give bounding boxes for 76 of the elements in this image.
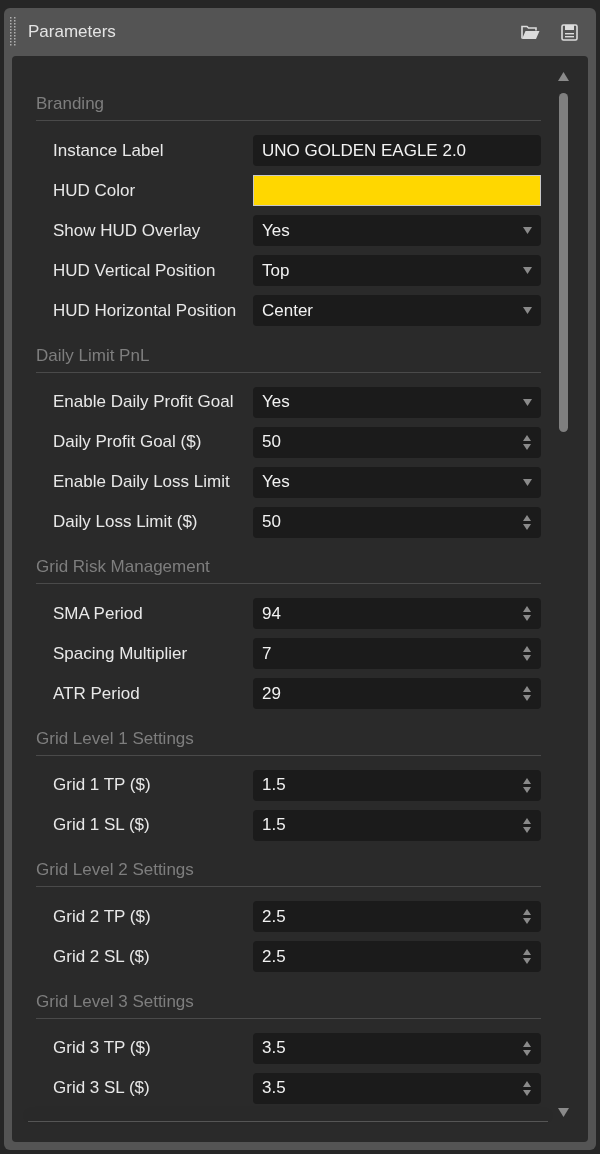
panel-title: Parameters — [28, 22, 117, 42]
parameter-label: ATR Period — [53, 683, 140, 704]
spin-up-icon[interactable] — [523, 606, 531, 612]
spin-down-icon[interactable] — [523, 786, 531, 793]
parameter-label: Enable Daily Loss Limit — [53, 472, 230, 492]
parameter-label: HUD Color — [53, 180, 136, 201]
caret-icon — [523, 227, 532, 234]
spin-up-icon[interactable] — [523, 434, 531, 441]
number-field[interactable]: 50 — [253, 426, 541, 458]
parameter-label: Show HUD Overlay — [53, 220, 201, 241]
scrollbar-thumb[interactable] — [558, 93, 568, 432]
parameter-label: Grid 2 SL ($) — [53, 946, 150, 967]
spin-down-icon[interactable] — [523, 826, 531, 833]
parameter-label: Spacing Multiplier — [53, 643, 188, 664]
scroll-down-icon[interactable] — [557, 1108, 569, 1117]
dropdown[interactable]: Yes — [253, 386, 541, 418]
number-field[interactable]: 2.5 — [253, 901, 541, 932]
spin-down-icon[interactable] — [523, 615, 531, 621]
spin-down-icon[interactable] — [523, 1089, 531, 1096]
dropdown[interactable]: Yes — [253, 215, 541, 246]
parameter-label: Grid 1 TP ($) — [53, 775, 151, 795]
scroll-up-icon[interactable] — [557, 72, 569, 81]
caret-icon — [523, 267, 532, 274]
number-field[interactable]: 3.5 — [253, 1072, 541, 1104]
folder-icon[interactable] — [521, 24, 540, 40]
parameter-label: HUD Vertical Position — [53, 260, 216, 281]
spin-up-icon[interactable] — [523, 1040, 531, 1047]
number-field[interactable]: 50 — [253, 506, 541, 538]
dropdown[interactable]: Yes — [253, 466, 541, 498]
spin-up-icon[interactable] — [523, 1080, 531, 1087]
parameter-label: Grid 3 SL ($) — [53, 1078, 150, 1098]
number-field[interactable]: 3.5 — [253, 1032, 541, 1064]
parameter-label: Daily Profit Goal ($) — [53, 432, 202, 452]
spin-down-icon[interactable] — [523, 958, 531, 964]
section-title: Grid Level 1 Settings — [36, 728, 194, 749]
parameter-label: Grid 2 TP ($) — [53, 906, 151, 927]
spin-down-icon[interactable] — [523, 443, 531, 450]
dropdown[interactable]: Center — [253, 295, 541, 326]
caret-icon — [523, 307, 532, 314]
spin-up-icon[interactable] — [523, 909, 531, 915]
parameter-label: Enable Daily Profit Goal — [53, 392, 234, 412]
text-field[interactable]: UNO GOLDEN EAGLE 2.0 — [253, 135, 541, 166]
number-field[interactable]: 7 — [253, 638, 541, 669]
spin-up-icon[interactable] — [523, 686, 531, 692]
section-title: Grid Level 3 Settings — [36, 991, 194, 1012]
caret-icon — [523, 398, 532, 406]
spin-up-icon[interactable] — [523, 646, 531, 652]
spin-down-icon[interactable] — [523, 918, 531, 924]
spin-down-icon[interactable] — [523, 523, 531, 530]
parameter-label: Daily Loss Limit ($) — [53, 512, 198, 532]
number-field[interactable]: 1.5 — [253, 809, 541, 841]
number-field[interactable]: 2.5 — [253, 941, 541, 972]
spin-up-icon[interactable] — [523, 514, 531, 521]
parameter-label: Grid 3 TP ($) — [53, 1038, 151, 1058]
number-field[interactable]: 29 — [253, 678, 541, 709]
drag-handle-icon[interactable] — [10, 17, 16, 47]
parameter-label: Instance Label — [53, 140, 164, 161]
parameter-label: Grid 1 SL ($) — [53, 815, 150, 835]
parameter-label: SMA Period — [53, 603, 143, 624]
dropdown[interactable]: Top — [253, 255, 541, 286]
spin-down-icon[interactable] — [523, 695, 531, 701]
spin-down-icon[interactable] — [523, 1049, 531, 1056]
number-field[interactable]: 1.5 — [253, 769, 541, 801]
parameter-label: HUD Horizontal Position — [53, 300, 237, 321]
spin-up-icon[interactable] — [523, 817, 531, 824]
spin-up-icon[interactable] — [523, 777, 531, 784]
color-swatch-field[interactable] — [253, 175, 541, 206]
section-title: Grid Level 2 Settings — [36, 860, 194, 880]
section-title: Grid Risk Management — [36, 557, 210, 577]
number-field[interactable]: 94 — [253, 598, 541, 629]
section-title: Daily Limit PnL — [36, 345, 150, 366]
save-icon[interactable] — [561, 23, 578, 41]
caret-icon — [523, 478, 532, 486]
spin-up-icon[interactable] — [523, 949, 531, 955]
section-title: Branding — [36, 94, 105, 114]
spin-down-icon[interactable] — [523, 655, 531, 661]
